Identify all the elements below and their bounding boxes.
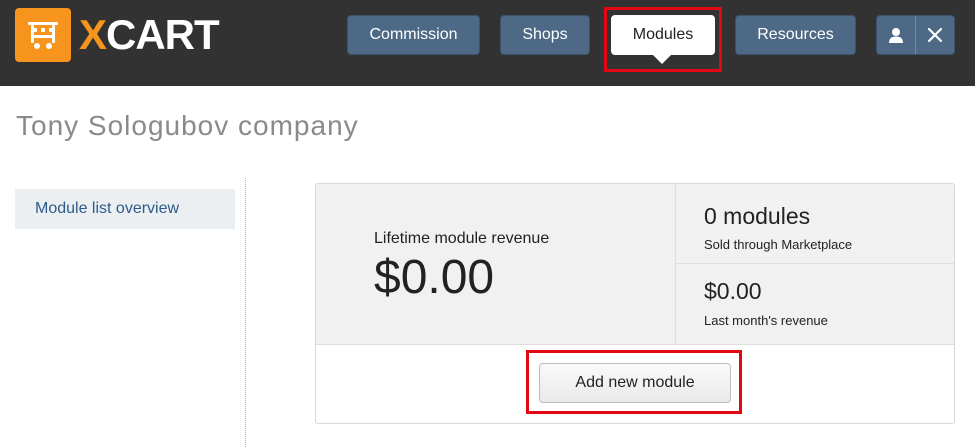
cart-logo-icon [15, 8, 71, 62]
page-title: Tony Sologubov company [16, 110, 359, 141]
last-month-revenue-section: $0.00 Last month's revenue [676, 264, 954, 344]
top-bar: XCART Commission Shops Modules Resources [0, 0, 975, 86]
panel-separator [316, 344, 954, 345]
nav-shops-button[interactable]: Shops [500, 15, 590, 55]
lifetime-revenue-label: Lifetime module revenue [374, 230, 550, 247]
logo-wordmark: XCART [79, 11, 220, 58]
active-nav-caret [653, 55, 671, 64]
add-new-module-button[interactable]: Add new module [539, 363, 731, 403]
lifetime-revenue-value: $0.00 [374, 251, 495, 304]
user-controls [876, 15, 955, 55]
nav-modules-button[interactable]: Modules [611, 15, 715, 55]
modules-sold-value: 0 modules [704, 203, 811, 229]
close-icon[interactable] [915, 16, 954, 54]
nav-commission-button[interactable]: Commission [347, 15, 480, 55]
sidebar-item-module-list-overview[interactable]: Module list overview [15, 189, 235, 229]
user-icon[interactable] [877, 16, 915, 54]
modules-sold-label: Sold through Marketplace [704, 237, 853, 252]
nav-resources-button[interactable]: Resources [735, 15, 856, 55]
sidebar-divider [245, 178, 246, 447]
xcart-logo[interactable]: XCART [15, 8, 220, 62]
modules-sold-section: 0 modules Sold through Marketplace [676, 184, 954, 264]
lifetime-revenue-section: Lifetime module revenue $0.00 [316, 184, 676, 344]
last-month-revenue-label: Last month's revenue [704, 313, 828, 328]
last-month-revenue-value: $0.00 [704, 278, 762, 304]
